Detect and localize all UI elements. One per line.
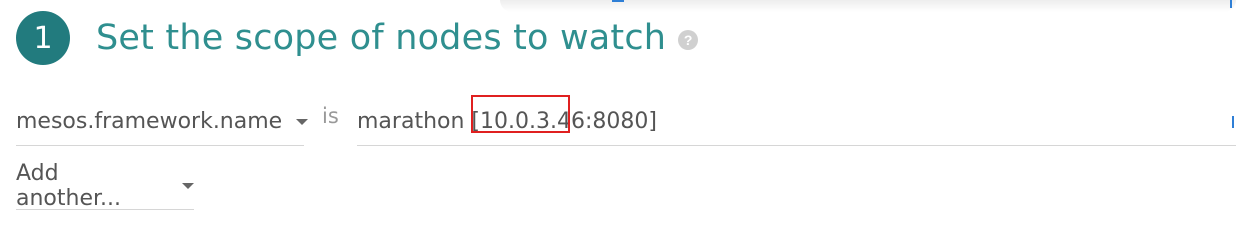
field-select[interactable]: mesos.framework.name bbox=[16, 98, 309, 146]
add-another-label: Add another... bbox=[16, 161, 121, 211]
question-circle-icon[interactable]: ? bbox=[678, 30, 699, 50]
field-select-label: mesos.framework.name bbox=[16, 109, 283, 134]
step-number-badge: 1 bbox=[16, 11, 70, 65]
step-header: 1 Set the scope of nodes to watch ? bbox=[16, 11, 699, 65]
chevron-down-icon bbox=[182, 183, 194, 189]
scope-panel: 1 Set the scope of nodes to watch ? meso… bbox=[0, 0, 1236, 242]
operator-label: is bbox=[322, 104, 339, 128]
chevron-down-icon bbox=[296, 118, 309, 125]
edge-marker bbox=[1230, 0, 1232, 8]
highlight-box bbox=[471, 95, 570, 133]
add-another-select[interactable]: Add another... bbox=[16, 161, 194, 211]
edge-marker bbox=[612, 0, 624, 2]
step-title: Set the scope of nodes to watch bbox=[96, 18, 667, 58]
